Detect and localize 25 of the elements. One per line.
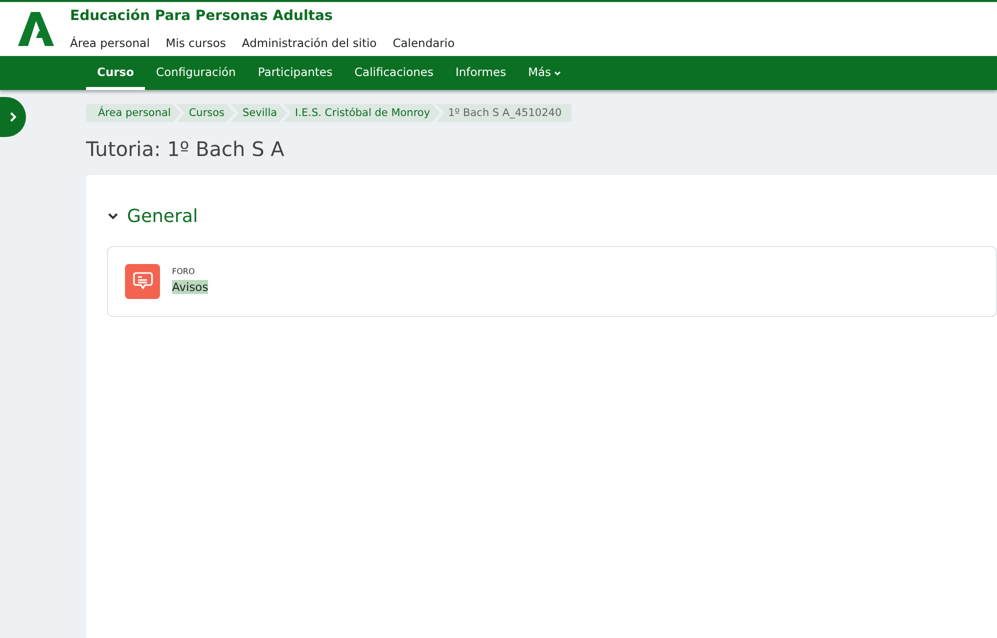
- nav-link[interactable]: Mis cursos: [166, 34, 226, 52]
- dropdown-tab[interactable]: Más: [517, 56, 572, 90]
- activity-type: FORO: [172, 266, 196, 278]
- drawer-toggle[interactable]: [0, 97, 26, 137]
- nav-tab[interactable]: Calificaciones: [344, 56, 444, 90]
- breadcrumb-item[interactable]: Cursos: [176, 104, 235, 122]
- nav-link[interactable]: Área personal: [70, 34, 150, 52]
- breadcrumb-item[interactable]: I.E.S. Cristóbal de Monroy: [283, 104, 440, 122]
- nav-link[interactable]: Calendario: [392, 34, 455, 52]
- activity-link[interactable]: Avisos: [172, 280, 208, 294]
- site-title[interactable]: Educación Para Personas Adultas: [70, 6, 471, 27]
- nav-tab[interactable]: Participantes: [246, 56, 344, 90]
- nav-tab[interactable]: Curso: [86, 56, 146, 90]
- forum-icon: [125, 264, 160, 299]
- caret-icon: [554, 70, 562, 76]
- chevron-icon: [9, 112, 17, 122]
- breadcrumb-item[interactable]: Área personal: [86, 104, 181, 122]
- breadcrumb-item[interactable]: Sevilla: [230, 104, 288, 122]
- nav-tab[interactable]: Informes: [444, 56, 518, 90]
- breadcrumb-item: 1º Bach S A_4510240: [436, 104, 572, 122]
- logo-icon: [18, 12, 54, 46]
- page-title: Tutoria: 1º Bach S A: [86, 136, 286, 163]
- nav-tab[interactable]: Configuración: [145, 56, 247, 90]
- nav-link[interactable]: Administración del sitio: [242, 34, 377, 52]
- section-title[interactable]: General: [127, 202, 198, 230]
